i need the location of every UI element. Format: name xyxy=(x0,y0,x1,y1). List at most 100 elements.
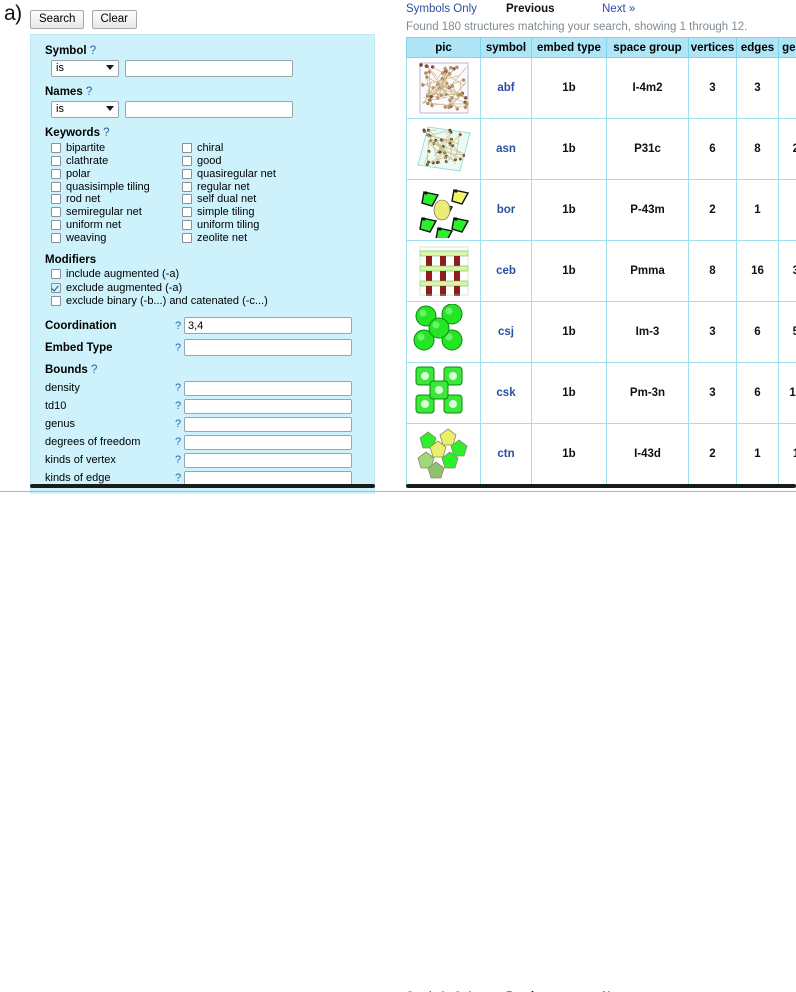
column-header[interactable]: symbol xyxy=(480,37,532,58)
keyword-item[interactable]: quasiregular net xyxy=(182,168,313,180)
modifiers-label: Modifiers xyxy=(45,254,97,267)
symbol-help-icon[interactable]: ? xyxy=(90,45,96,57)
cell-symbol[interactable]: ctn xyxy=(480,423,532,485)
checkbox-icon[interactable] xyxy=(51,220,61,231)
cell-space-group: Pm-3n xyxy=(606,362,689,424)
keyword-item[interactable]: zeolite net xyxy=(182,232,313,244)
symbol-input[interactable] xyxy=(125,60,293,77)
keyword-item[interactable]: weaving xyxy=(51,232,182,244)
coordination-help-icon[interactable]: ? xyxy=(175,320,184,332)
modifier-item[interactable]: exclude binary (-b...) and catenated (-c… xyxy=(51,295,360,307)
checkbox-icon[interactable] xyxy=(51,194,61,205)
checkbox-icon[interactable] xyxy=(51,142,61,153)
checkbox-checked-icon[interactable] xyxy=(51,282,61,293)
bounds-input[interactable] xyxy=(184,416,352,432)
checkbox-icon[interactable] xyxy=(182,220,192,231)
cell-symbol[interactable]: asn xyxy=(480,118,532,180)
keyword-item[interactable]: semiregular net xyxy=(51,206,182,218)
cell-symbol[interactable]: bor xyxy=(480,179,532,241)
checkbox-icon[interactable] xyxy=(51,296,61,307)
bounds-input[interactable] xyxy=(184,380,352,396)
results-table-body: abf1bI-4m2335asn1bP31c6821bor1bP-43m216c… xyxy=(406,57,796,485)
keyword-item[interactable]: rod net xyxy=(51,193,182,205)
embed-type-help-icon[interactable]: ? xyxy=(175,342,184,354)
names-input[interactable] xyxy=(125,101,293,118)
keyword-item[interactable]: polar xyxy=(51,168,182,180)
structure-pic-cell[interactable] xyxy=(406,240,481,302)
keyword-item[interactable]: chiral xyxy=(182,142,313,154)
search-button[interactable]: Search xyxy=(30,10,85,29)
column-header[interactable]: embed type xyxy=(531,37,607,58)
structure-pic-cell[interactable] xyxy=(406,301,481,363)
bounds-help-icon[interactable]: ? xyxy=(91,364,97,376)
structure-pic-cell[interactable] xyxy=(406,118,481,180)
column-header[interactable]: pic xyxy=(406,37,481,58)
structure-pic-cell[interactable] xyxy=(406,362,481,424)
checkbox-icon[interactable] xyxy=(182,233,192,244)
checkbox-icon[interactable] xyxy=(182,142,192,153)
cell-symbol[interactable]: csk xyxy=(480,362,532,424)
bounds-help-icon[interactable]: ? xyxy=(175,454,184,466)
checkbox-icon[interactable] xyxy=(51,207,61,218)
cell-space-group: I-43d xyxy=(606,423,689,485)
checkbox-icon[interactable] xyxy=(51,155,61,166)
modifier-item[interactable]: exclude augmented (-a) xyxy=(51,282,360,294)
checkbox-label: chiral xyxy=(197,141,224,154)
names-operator-select[interactable]: is xyxy=(51,101,119,118)
bounds-help-icon[interactable]: ? xyxy=(175,400,184,412)
cell-vertices: 2 xyxy=(688,179,737,241)
cell-edges: 16 xyxy=(736,240,779,302)
embed-type-row: Embed Type ? xyxy=(45,339,360,357)
previous-link[interactable]: Previous xyxy=(506,3,602,15)
checkbox-icon[interactable] xyxy=(51,233,61,244)
checkbox-icon[interactable] xyxy=(182,194,192,205)
bounds-help-icon[interactable]: ? xyxy=(175,436,184,448)
next-link[interactable]: Next » xyxy=(602,3,635,15)
structure-thumb-bor xyxy=(415,184,472,238)
keyword-item[interactable]: bipartite xyxy=(51,142,182,154)
coordination-input[interactable] xyxy=(184,317,352,335)
bounds-input[interactable] xyxy=(184,452,352,468)
keyword-item[interactable]: simple tiling xyxy=(182,206,313,218)
cell-symbol[interactable]: ceb xyxy=(480,240,532,302)
checkbox-label: good xyxy=(197,154,222,167)
keyword-item[interactable]: good xyxy=(182,155,313,167)
column-header[interactable]: space group xyxy=(606,37,689,58)
checkbox-icon[interactable] xyxy=(51,168,61,179)
bounds-help-icon[interactable]: ? xyxy=(175,382,184,394)
clear-button[interactable]: Clear xyxy=(91,10,137,29)
bounds-input[interactable] xyxy=(184,434,352,450)
cell-vertices: 8 xyxy=(688,240,737,302)
symbol-operator-select[interactable]: is xyxy=(51,60,119,77)
checkbox-icon[interactable] xyxy=(51,269,61,280)
bounds-input[interactable] xyxy=(184,398,352,414)
keywords-help-icon[interactable]: ? xyxy=(103,127,109,139)
keyword-item[interactable]: regular net xyxy=(182,181,313,193)
checkbox-icon[interactable] xyxy=(182,207,192,218)
names-help-icon[interactable]: ? xyxy=(86,86,92,98)
checkbox-icon[interactable] xyxy=(182,155,192,166)
keyword-item[interactable]: self dual net xyxy=(182,193,313,205)
structure-pic-cell[interactable] xyxy=(406,423,481,485)
table-row: ctn1bI-43d2111 xyxy=(406,423,796,485)
cell-symbol[interactable]: abf xyxy=(480,57,532,119)
column-header[interactable]: vertices xyxy=(688,37,737,58)
keyword-item[interactable]: quasisimple tiling xyxy=(51,181,182,193)
modifier-item[interactable]: include augmented (-a) xyxy=(51,268,360,280)
column-header[interactable]: edges xyxy=(736,37,779,58)
structure-pic-cell[interactable] xyxy=(406,179,481,241)
structure-pic-cell[interactable] xyxy=(406,57,481,119)
cell-symbol[interactable]: csj xyxy=(480,301,532,363)
keyword-item[interactable]: clathrate xyxy=(51,155,182,167)
symbols-only-link[interactable]: Symbols Only xyxy=(406,3,506,15)
bounds-help-icon[interactable]: ? xyxy=(175,472,184,484)
checkbox-icon[interactable] xyxy=(51,181,61,192)
keyword-item[interactable]: uniform tiling xyxy=(182,219,313,231)
cell-space-group: Pmma xyxy=(606,240,689,302)
embed-type-input[interactable] xyxy=(184,339,352,357)
column-header[interactable]: genus xyxy=(778,37,796,58)
bounds-help-icon[interactable]: ? xyxy=(175,418,184,430)
keyword-item[interactable]: uniform net xyxy=(51,219,182,231)
checkbox-icon[interactable] xyxy=(182,168,192,179)
checkbox-icon[interactable] xyxy=(182,181,192,192)
